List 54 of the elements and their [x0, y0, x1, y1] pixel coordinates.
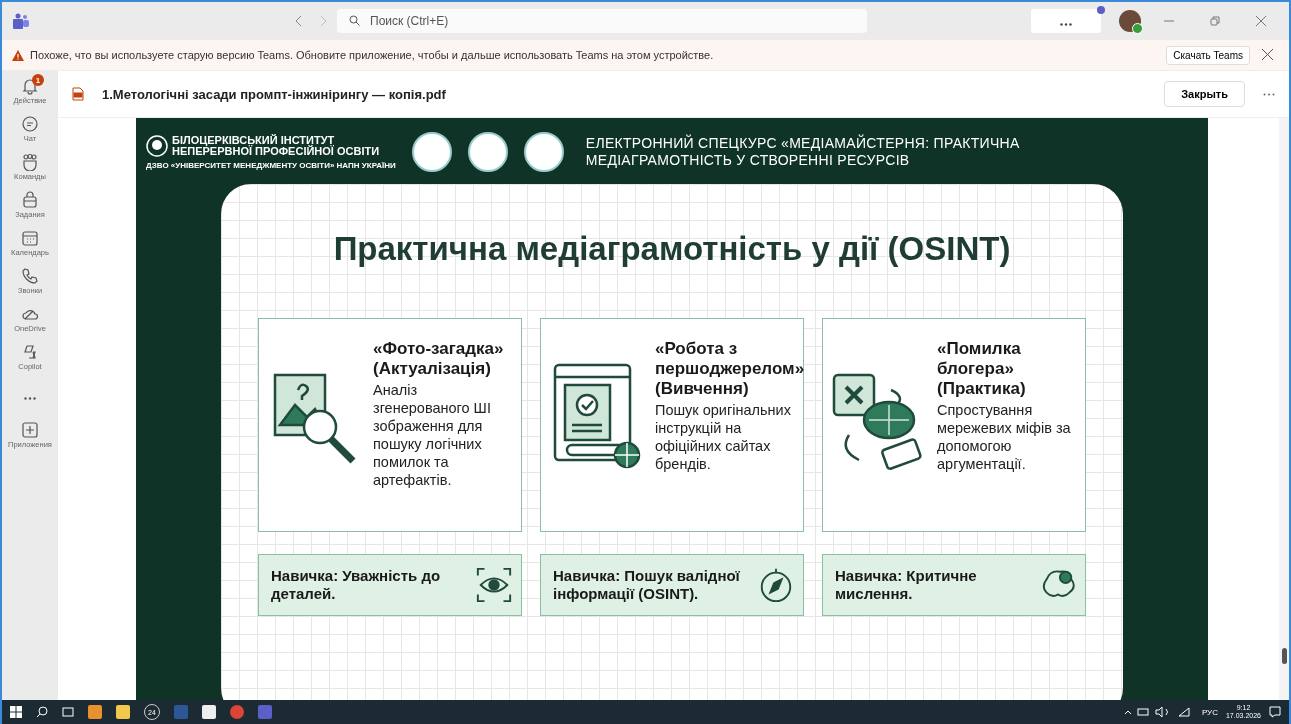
teams-logo-icon[interactable]: [12, 13, 30, 29]
language-indicator[interactable]: РУС: [1201, 707, 1218, 717]
activity-stage: (Актуалізація): [373, 359, 492, 379]
user-avatar[interactable]: [1119, 10, 1141, 32]
browser-icon[interactable]: [230, 705, 244, 719]
course-title: ЕЛЕКТРОННИЙ СПЕЦКУРС «МЕДІАМАЙСТЕРНЯ: ПРАКТИЧНА МЕДІАГРАМОТНІСТЬ У СТВОРЕННІ РЕСУРСІВ: [585, 135, 1021, 169]
search-field[interactable]: Поиск (Ctrl+E): [337, 9, 867, 33]
emblem-icon: [523, 132, 564, 172]
pdf-file-icon: [72, 87, 84, 101]
phone-icon: [21, 267, 39, 285]
search-icon: [349, 15, 360, 26]
eye-icon: [475, 566, 513, 604]
more-icon: [24, 397, 36, 400]
apps-icon: [21, 421, 39, 439]
notification-badge: 1: [32, 74, 44, 86]
institute-logo-icon: [146, 134, 168, 157]
activity-heading: «Фото-загадка»: [373, 339, 505, 359]
notifications-icon[interactable]: [1269, 706, 1281, 718]
back-icon[interactable]: [295, 15, 303, 27]
close-document-button[interactable]: Закрыть: [1164, 81, 1245, 107]
task-view-icon[interactable]: [62, 706, 74, 718]
institute-subname: НЕПЕРЕРВНОЇ ПРОФЕСІЙНОЇ ОСВІТИ: [172, 145, 380, 157]
more-icon[interactable]: [1263, 92, 1275, 96]
skill-text: Навичка: Критичне мислення.: [835, 567, 978, 603]
institute-name: БІЛОЦЕРКІВСЬКИЙ ІНСТИТУТ: [172, 134, 336, 146]
institute-affiliation: ДЗВО «УНІВЕРСИТЕТ МЕНЕДЖМЕНТУ ОСВІТИ» НАПН УКРАЇНИ: [146, 160, 396, 170]
download-button[interactable]: Скачать Teams: [1166, 45, 1250, 65]
activity-description: Спростування мережевих міфів за допомогою аргументації.: [937, 401, 1072, 473]
more-icon: [1060, 22, 1072, 26]
close-icon[interactable]: [1256, 16, 1266, 26]
activity-stage: (Вивчення): [655, 379, 750, 399]
bell-icon: [21, 77, 39, 95]
teams-icon: [21, 153, 39, 171]
activity-description: Пошук оригінальних інструкцій на офіційних сайтах брендів.: [655, 401, 792, 473]
skill-text: Навичка: Пошук валідної інформації (OSINT).: [553, 567, 741, 603]
chat-icon: [21, 115, 39, 133]
bag-icon: [21, 191, 39, 209]
update-message: Похоже, что вы используете старую версию Teams. Обновите приложение, чтобы и дальше использовать Teams на этом устройстве.: [30, 49, 715, 61]
notification-dot: [1097, 6, 1105, 14]
document-title: 1.Метологічні засади промпт-інжинірингу — копія.pdf: [102, 86, 447, 102]
start-icon[interactable]: [10, 706, 22, 718]
calendar-icon: [21, 229, 39, 247]
search-icon[interactable]: [36, 706, 48, 718]
forward-icon[interactable]: [319, 15, 327, 27]
warning-icon: [12, 49, 24, 61]
emblem-icon: [411, 132, 452, 172]
restore-icon[interactable]: [1210, 16, 1220, 26]
slide-title: Практична медіаграмотність у дії (OSINT): [333, 230, 1011, 268]
scrollbar[interactable]: [1279, 118, 1289, 700]
activity-heading: «Помилка блогера»: [937, 339, 1022, 379]
activity-stage: (Практика): [937, 379, 1027, 399]
skill-text: Навичка: Уважність до деталей.: [271, 567, 442, 603]
emblem-icon: [467, 132, 508, 172]
activity-description: Аналіз згенерованого ШІ зображення для пошуку логічних помилок та артефактів.: [373, 381, 492, 489]
